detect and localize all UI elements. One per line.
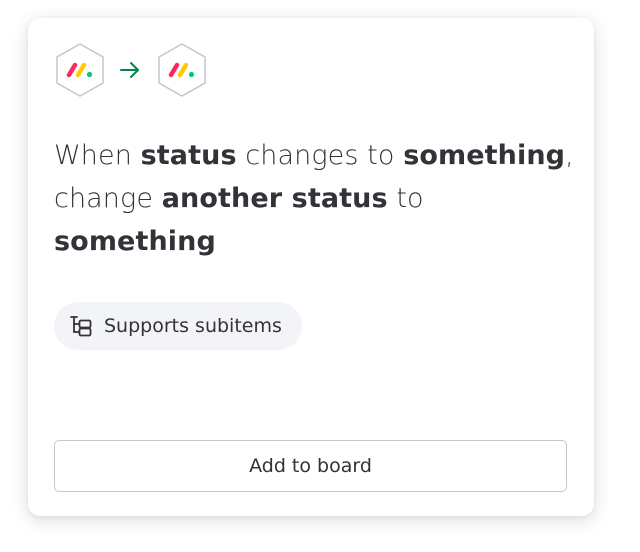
sentence-text: When	[54, 140, 141, 171]
automation-recipe-card[interactable]: When status changes to something, change…	[28, 18, 594, 516]
sentence-text: to	[387, 183, 424, 214]
monday-logo-icon	[56, 43, 104, 97]
sentence-variable-something: something	[54, 226, 216, 257]
supports-subitems-badge: Supports subitems	[54, 302, 302, 350]
add-to-board-button[interactable]: Add to board	[54, 440, 567, 492]
recipe-apps-row	[54, 42, 254, 98]
monday-logo-icon	[158, 43, 206, 97]
sentence-text: changes to	[236, 140, 404, 171]
sentence-variable-something: something	[403, 140, 566, 171]
recipe-sentence: When status changes to something, change…	[54, 134, 574, 263]
arrow-right-icon	[120, 62, 139, 78]
sentence-variable-another-status: another status	[161, 183, 388, 214]
subitems-icon	[70, 316, 92, 337]
supports-subitems-label: Supports subitems	[104, 315, 282, 337]
page: When status changes to something, change…	[0, 0, 640, 552]
sentence-variable-status: status	[140, 140, 237, 171]
